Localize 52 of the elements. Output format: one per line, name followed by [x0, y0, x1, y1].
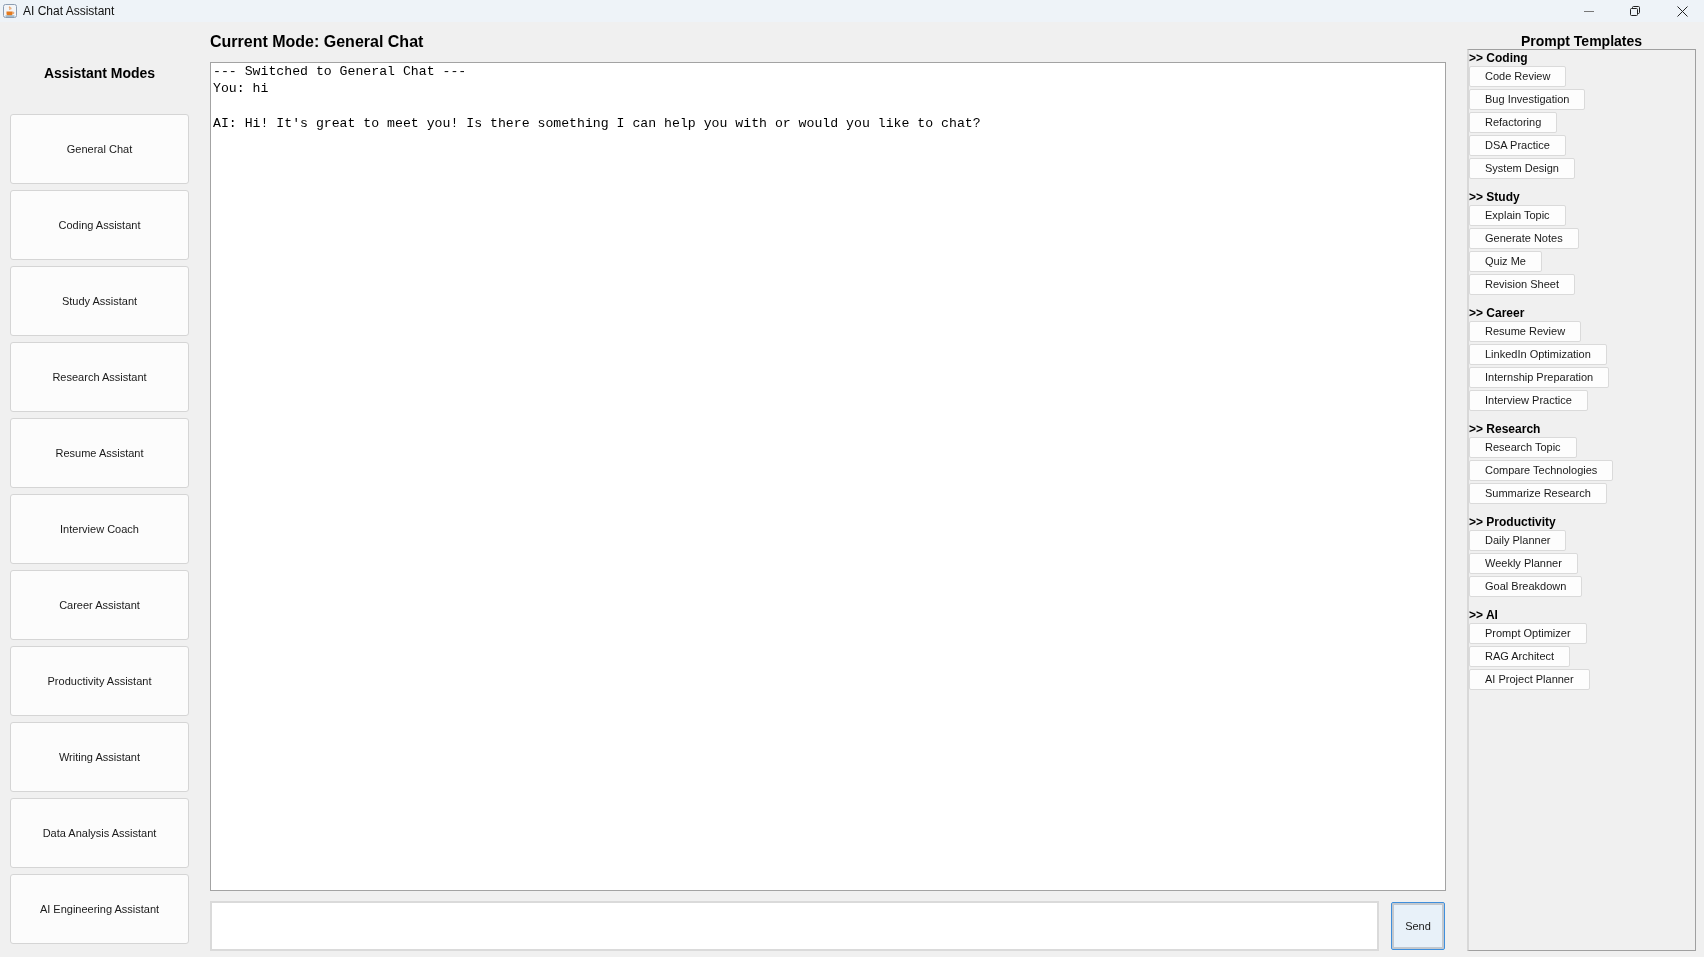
template-button[interactable]: Prompt Optimizer — [1469, 623, 1587, 644]
template-button[interactable]: RAG Architect — [1469, 646, 1571, 667]
user-message: You: hi — [213, 80, 269, 98]
mode-button[interactable]: Study Assistant — [10, 266, 189, 336]
template-button[interactable]: Explain Topic — [1469, 205, 1566, 226]
template-button[interactable]: Resume Review — [1469, 321, 1582, 342]
template-button[interactable]: Refactoring — [1469, 112, 1558, 133]
mode-button[interactable]: Coding Assistant — [10, 190, 189, 260]
template-button[interactable]: LinkedIn Optimization — [1469, 344, 1607, 365]
category-heading: >> Coding — [1469, 50, 1528, 66]
mode-button[interactable]: General Chat — [10, 114, 189, 184]
mode-button[interactable]: AI Engineering Assistant — [10, 874, 189, 944]
template-button[interactable]: Daily Planner — [1469, 530, 1567, 551]
sidebar-title: Assistant Modes — [42, 64, 157, 83]
panel-title: Prompt Templates — [1519, 33, 1644, 49]
system-message: --- Switched to General Chat --- — [213, 63, 467, 81]
template-button[interactable]: Quiz Me — [1469, 251, 1542, 272]
send-button[interactable]: Send — [1391, 902, 1445, 950]
message-input[interactable] — [210, 901, 1379, 951]
window-title: AI Chat Assistant — [23, 3, 115, 20]
category-heading: >> Study — [1469, 189, 1520, 205]
template-button[interactable]: Code Review — [1469, 66, 1567, 87]
minimize-icon[interactable] — [1584, 10, 1594, 12]
template-button[interactable]: System Design — [1469, 158, 1575, 179]
category-heading: >> Research — [1469, 421, 1541, 437]
cup-icon — [3, 4, 17, 18]
restore-icon[interactable] — [1630, 6, 1640, 16]
template-button[interactable]: Revision Sheet — [1469, 274, 1575, 295]
category-heading: >> Productivity — [1469, 514, 1556, 530]
mode-button[interactable]: Writing Assistant — [10, 722, 189, 792]
mode-title: Current Mode: General Chat — [210, 32, 425, 52]
template-button[interactable]: Compare Technologies — [1469, 460, 1614, 481]
template-button[interactable]: Internship Preparation — [1469, 367, 1610, 388]
template-button[interactable]: Generate Notes — [1469, 228, 1579, 249]
template-button[interactable]: Bug Investigation — [1469, 89, 1586, 110]
template-button[interactable]: Goal Breakdown — [1469, 576, 1583, 597]
template-button[interactable]: Weekly Planner — [1469, 553, 1578, 574]
mode-button[interactable]: Productivity Assistant — [10, 646, 189, 716]
mode-button[interactable]: Data Analysis Assistant — [10, 798, 189, 868]
ai-message: AI: Hi! It's great to meet you! Is there something I can help you with or would you like to chat? — [213, 115, 981, 133]
mode-button[interactable]: Interview Coach — [10, 494, 189, 564]
template-button[interactable]: DSA Practice — [1469, 135, 1566, 156]
template-button[interactable]: Research Topic — [1469, 437, 1577, 458]
close-icon[interactable] — [1677, 5, 1688, 17]
mode-button[interactable]: Resume Assistant — [10, 418, 189, 488]
category-heading: >> AI — [1469, 607, 1498, 623]
mode-button[interactable]: Career Assistant — [10, 570, 189, 640]
mode-button[interactable]: Research Assistant — [10, 342, 189, 412]
category-heading: >> Career — [1469, 305, 1525, 321]
template-button[interactable]: Interview Practice — [1469, 390, 1588, 411]
template-button[interactable]: AI Project Planner — [1469, 669, 1590, 690]
template-button[interactable]: Summarize Research — [1469, 483, 1607, 504]
